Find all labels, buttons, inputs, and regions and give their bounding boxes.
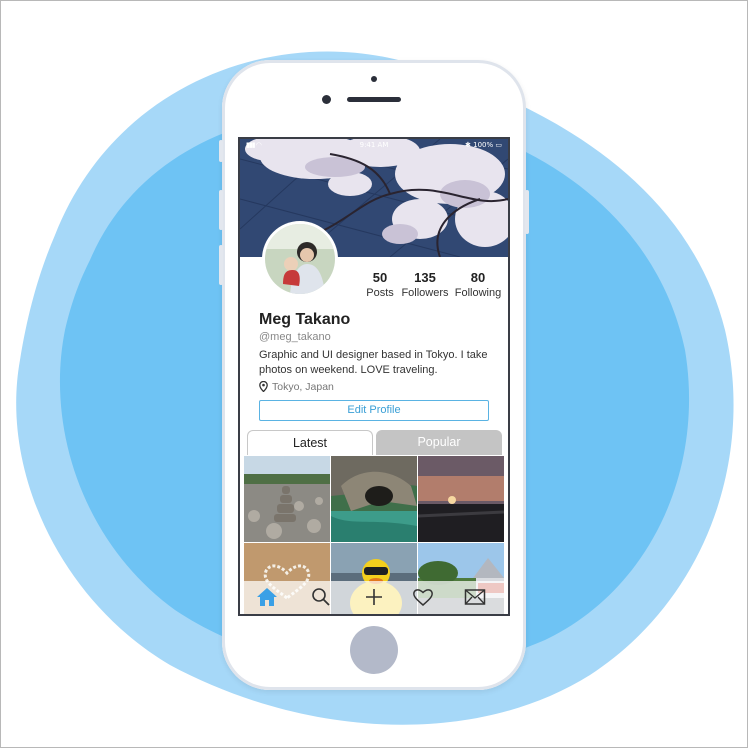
battery-level: 100%: [473, 141, 494, 149]
stat-following-value: 80: [470, 270, 486, 285]
stat-posts-value: 50: [372, 270, 388, 285]
tab-popular[interactable]: Popular: [376, 430, 502, 455]
profile-bio: Graphic and UI designer based in Tokyo. …: [259, 349, 488, 376]
tab-latest[interactable]: Latest: [247, 430, 373, 455]
stat-posts[interactable]: 50 Posts: [362, 270, 398, 299]
stat-following[interactable]: 80 Following: [452, 270, 504, 299]
volume-down-button: [219, 245, 223, 285]
proximity-sensor: [371, 76, 377, 82]
status-bar: ▮▮▮ ◠ 9:41 AM ✱ 100% ▭: [240, 139, 508, 151]
earpiece-speaker: [347, 97, 401, 102]
avatar-photo: [265, 224, 335, 294]
bottom-nav: [244, 581, 508, 614]
stat-following-label: Following: [454, 287, 502, 299]
plus-icon[interactable]: [363, 587, 385, 607]
stat-followers-value: 135: [414, 270, 436, 285]
profile-name: Meg Takano: [259, 311, 351, 328]
mute-switch: [219, 140, 223, 162]
power-button: [525, 190, 529, 234]
home-button[interactable]: [350, 626, 398, 674]
search-icon[interactable]: [310, 587, 332, 607]
edit-profile-button[interactable]: Edit Profile: [259, 400, 489, 421]
photo-thumbnail-cairn[interactable]: [244, 456, 330, 542]
location-pin-icon: [259, 380, 268, 393]
heart-icon[interactable]: [412, 587, 434, 607]
stat-posts-label: Posts: [366, 287, 394, 299]
profile-handle: @meg_takano: [259, 331, 331, 343]
mail-icon[interactable]: [464, 587, 486, 607]
stat-followers-label: Followers: [401, 287, 449, 299]
app-screen: ▮▮▮ ◠ 9:41 AM ✱ 100% ▭ 50 Posts 135 Foll…: [238, 137, 510, 616]
profile-location-text: Tokyo, Japan: [272, 381, 334, 393]
photo-thumbnail-grotto[interactable]: [331, 456, 417, 542]
stat-followers[interactable]: 135 Followers: [400, 270, 450, 299]
home-icon[interactable]: [256, 587, 278, 607]
avatar[interactable]: [262, 221, 338, 297]
profile-location: Tokyo, Japan: [259, 380, 334, 393]
front-camera: [322, 95, 331, 104]
battery-icon: ✱ 100% ▭: [465, 141, 502, 149]
photo-thumbnail-sunset[interactable]: [418, 456, 504, 542]
volume-up-button: [219, 190, 223, 230]
